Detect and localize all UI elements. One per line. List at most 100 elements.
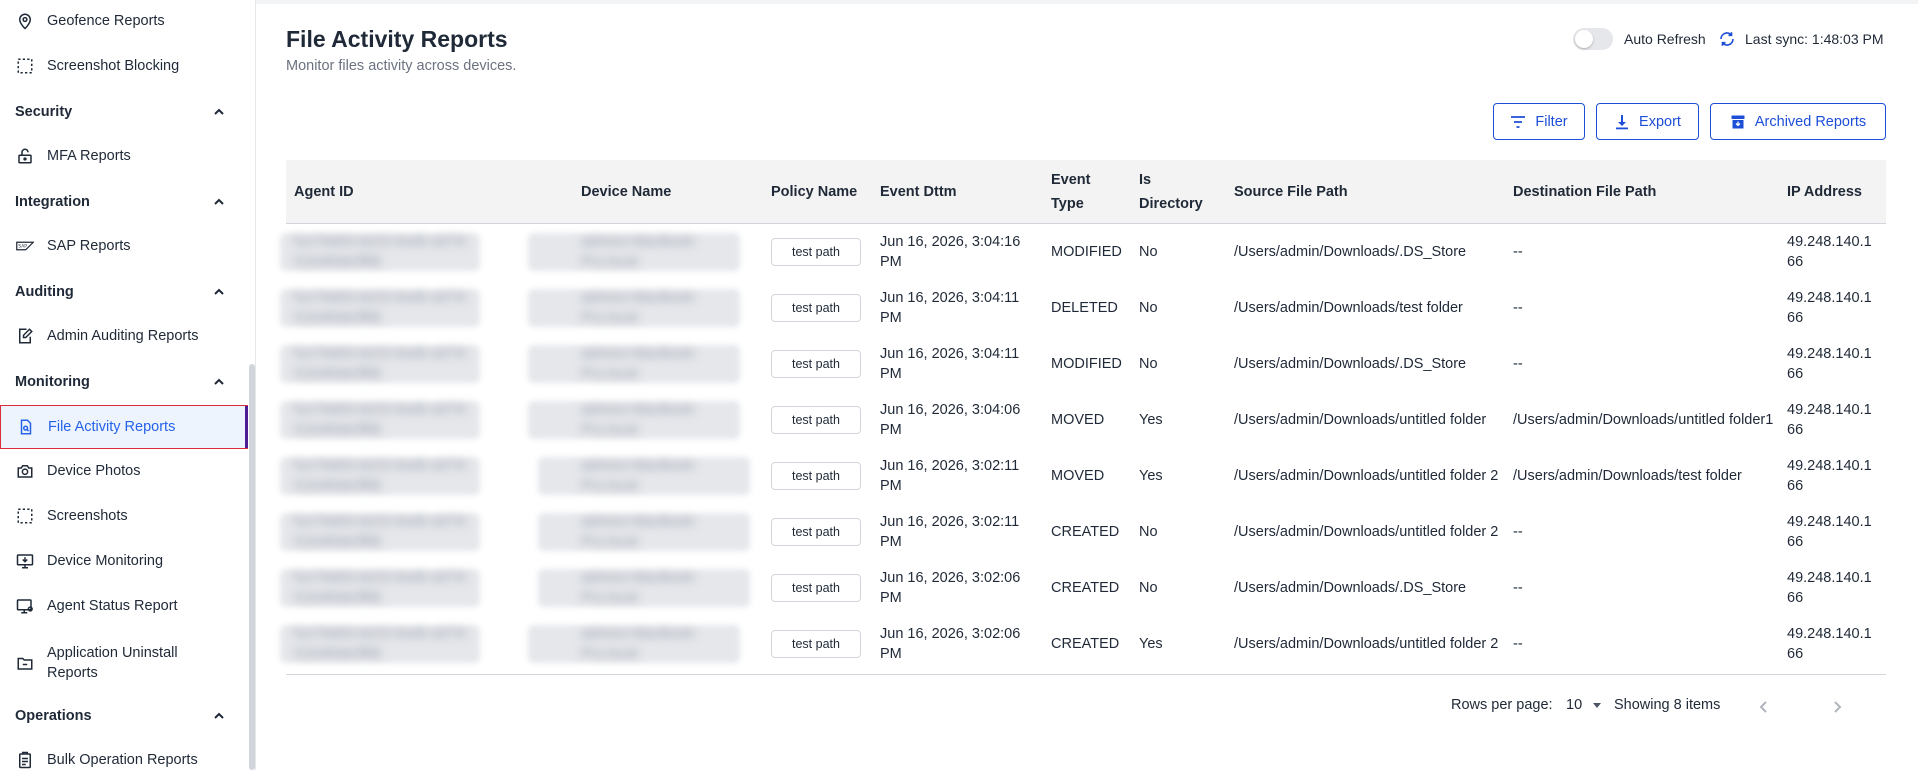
cell-policy-name: test path (771, 224, 861, 280)
cell-destination-path: -- (1513, 524, 1523, 540)
col-device-name[interactable]: Device Name (581, 160, 671, 224)
sidebar-item-screenshot-blocking[interactable]: Screenshot Blocking (0, 44, 247, 88)
sidebar-item-device-photos[interactable]: Device Photos (0, 449, 247, 493)
chevron-up-icon (214, 378, 224, 385)
cell-event-dttm: Jun 16, 2026, 3:02:06 PM (880, 570, 1021, 606)
sidebar-section-security[interactable]: Security (0, 92, 247, 132)
edit-document-icon (16, 327, 34, 345)
section-label: Security (15, 104, 73, 120)
chevron-right-icon[interactable] (1829, 698, 1845, 716)
agent-id-line: 516483dcff86 (294, 310, 382, 326)
cell-event-dttm: Jun 16, 2026, 3:02:11 PM (880, 514, 1020, 550)
cell-event-type: CREATED (1051, 636, 1120, 652)
device-name-line: Pro.local (581, 366, 638, 382)
chevron-up-icon (214, 198, 224, 205)
cell-source-path: /Users/admin/Downloads/untitled folder 2 (1234, 636, 1499, 652)
cell-device-name: admins-MacBook- Pro.local (581, 392, 751, 448)
sidebar-item-sap-reports[interactable]: SAP SAP Reports (0, 224, 247, 268)
auto-refresh-toggle[interactable] (1573, 28, 1613, 50)
sidebar-item-label: Bulk Operation Reports (47, 752, 198, 768)
rows-per-page-select[interactable]: 10 (1566, 697, 1602, 713)
sidebar-section-operations[interactable]: Operations (0, 696, 247, 736)
monitor-download-icon (16, 552, 34, 570)
table-row[interactable]: fce79d93-dc03-5ed0-a5T6- 516483dcff86 admi… (280, 392, 1886, 448)
sidebar-item-label: Geofence Reports (47, 13, 165, 29)
filter-button-label: Filter (1535, 113, 1568, 130)
cell-event-dttm: Jun 16, 2026, 3:04:06 PM (880, 402, 1021, 438)
table-row[interactable]: fce79d93-dc03-5ed0-a5T6- 516483dcff86 admi… (280, 616, 1886, 672)
cell-is-directory: No (1139, 356, 1158, 372)
cell-device-name: admins-MacBook- Pro.local (581, 448, 751, 504)
sidebar-item-device-monitoring[interactable]: Device Monitoring (0, 539, 247, 583)
cell-is-directory: Yes (1139, 468, 1163, 484)
toggle-knob (1575, 30, 1593, 48)
cell-ip-address: 49.248.140.166 (1787, 570, 1872, 606)
cell-device-name: admins-MacBook- Pro.local (581, 224, 751, 280)
col-event-type[interactable]: Event Type (1051, 160, 1091, 224)
section-label: Monitoring (15, 374, 90, 390)
col-ip-address[interactable]: IP Address (1787, 160, 1862, 224)
col-agent-id[interactable]: Agent ID (294, 160, 354, 224)
device-name-line: Pro.local (581, 646, 638, 662)
sidebar-item-application-uninstall-reports[interactable]: Application Uninstall Reports (0, 638, 247, 688)
col-is-directory[interactable]: Is Directory (1139, 160, 1203, 224)
page-title: File Activity Reports (286, 26, 508, 52)
export-button-label: Export (1639, 113, 1681, 130)
policy-chip: test path (771, 238, 861, 266)
sidebar-item-screenshots[interactable]: Screenshots (0, 494, 247, 538)
table-row[interactable]: fce79d93-dc03-5ed0-a5T6- 516483dcff86 admi… (280, 560, 1886, 616)
sidebar-item-label: MFA Reports (47, 148, 131, 164)
section-label: Operations (15, 708, 92, 724)
col-source-path[interactable]: Source File Path (1234, 160, 1348, 224)
section-label: Integration (15, 194, 90, 210)
table-row[interactable]: fce79d93-dc03-5ed0-a5T6- 516483dcff86 admi… (280, 224, 1886, 280)
col-label-line: Event (1051, 172, 1091, 188)
chevron-left-icon[interactable] (1756, 698, 1772, 716)
clipboard-icon (16, 751, 34, 769)
caret-down-icon (1593, 703, 1602, 708)
table-row[interactable]: fce79d93-dc03-5ed0-a5T6- 516483dcff86 admi… (280, 336, 1886, 392)
cell-ip-address: 49.248.140.166 (1787, 234, 1872, 270)
col-destination-path[interactable]: Destination File Path (1513, 160, 1656, 224)
download-icon (1616, 114, 1629, 129)
sidebar-scrollbar-thumb[interactable] (249, 364, 255, 770)
sidebar-item-admin-auditing-reports[interactable]: Admin Auditing Reports (0, 314, 247, 358)
col-event-dttm[interactable]: Event Dttm (880, 160, 957, 224)
table-row[interactable]: fce79d93-dc03-5ed0-a5T6- 516483dcff86 admi… (280, 280, 1886, 336)
archived-reports-button[interactable]: Archived Reports (1710, 103, 1886, 140)
agent-id-line: fce79d93-dc03-5ed0-a5T6- (294, 346, 470, 362)
policy-chip: test path (771, 350, 861, 378)
agent-id-line: fce79d93-dc03-5ed0-a5T6- (294, 626, 470, 642)
cell-is-directory: No (1139, 524, 1158, 540)
device-name-line: Pro.local (581, 534, 638, 550)
cell-event-type: MODIFIED (1051, 356, 1122, 372)
sidebar-item-geofence-reports[interactable]: Geofence Reports (0, 0, 247, 43)
sidebar-item-label: File Activity Reports (48, 419, 176, 435)
last-sync-text: Last sync: 1:48:03 PM (1745, 31, 1884, 47)
sidebar-item-mfa-reports[interactable]: MFA Reports (0, 134, 247, 178)
table-row[interactable]: fce79d93-dc03-5ed0-a5T6- 516483dcff86 admi… (280, 504, 1886, 560)
archived-button-label: Archived Reports (1754, 113, 1867, 130)
sidebar-section-integration[interactable]: Integration (0, 182, 247, 222)
sidebar-item-label: Device Photos (47, 463, 141, 479)
table-row[interactable]: fce79d93-dc03-5ed0-a5T6- 516483dcff86 admi… (280, 448, 1886, 504)
cell-event-dttm: Jun 16, 2026, 3:02:06 PM (880, 626, 1021, 662)
sync-icon[interactable] (1718, 30, 1736, 48)
cell-device-name: admins-MacBook- Pro.local (581, 280, 751, 336)
col-policy-name[interactable]: Policy Name (771, 160, 857, 224)
sidebar-item-file-activity-reports[interactable]: File Activity Reports (0, 405, 248, 449)
cell-event-dttm: Jun 16, 2026, 3:04:16 PM (880, 234, 1021, 270)
sidebar-section-auditing[interactable]: Auditing (0, 272, 247, 312)
filter-button[interactable]: Filter (1493, 103, 1585, 140)
auto-refresh-control: Auto Refresh (1573, 28, 1706, 50)
policy-chip: test path (771, 574, 861, 602)
table-bottom-border (286, 674, 1886, 675)
cell-policy-name: test path (771, 392, 861, 448)
rows-per-page-value: 10 (1566, 697, 1583, 713)
sidebar-item-bulk-operation-reports[interactable]: Bulk Operation Reports (0, 738, 247, 770)
agent-id-line: 516483dcff86 (294, 590, 382, 606)
location-pin-icon (16, 12, 34, 30)
sidebar-item-agent-status-report[interactable]: Agent Status Report (0, 584, 247, 628)
export-button[interactable]: Export (1596, 103, 1699, 140)
sidebar-section-monitoring[interactable]: Monitoring (0, 362, 247, 402)
